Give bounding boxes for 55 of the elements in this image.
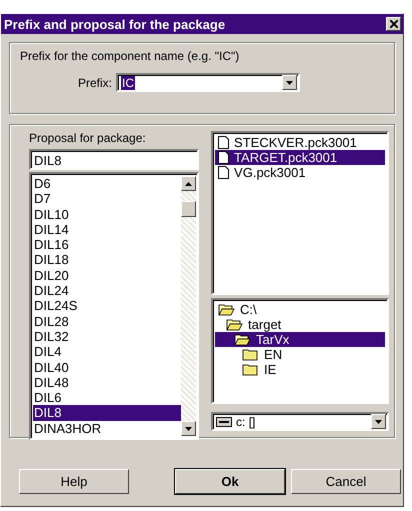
folder-item[interactable]: IE bbox=[215, 362, 385, 377]
list-item[interactable]: DIL48 bbox=[33, 374, 182, 390]
list-item[interactable]: DINA3HOR bbox=[33, 420, 182, 436]
file-icon bbox=[218, 151, 230, 164]
open-folder-icon bbox=[226, 318, 244, 331]
package-field[interactable]: DIL8 bbox=[29, 149, 200, 170]
dropdown-button[interactable] bbox=[371, 414, 386, 429]
prefix-field[interactable]: IC bbox=[116, 73, 300, 92]
drive-icon bbox=[216, 416, 232, 426]
up-arrow-icon bbox=[185, 182, 192, 186]
folder-item[interactable]: C:\ bbox=[215, 302, 385, 317]
file-icon bbox=[218, 136, 230, 149]
list-item[interactable]: DIL8 bbox=[33, 405, 182, 421]
list-item[interactable]: DIL6 bbox=[33, 390, 182, 406]
field-label: Prefix: bbox=[78, 76, 112, 90]
scrollbar[interactable] bbox=[181, 176, 196, 436]
drive-dropdown[interactable]: c: [] bbox=[211, 412, 389, 431]
list-item[interactable]: DIL24S bbox=[33, 298, 182, 314]
file-item[interactable]: STECKVER.pck3001 bbox=[215, 135, 385, 150]
dialog-button[interactable]: Help bbox=[19, 469, 129, 494]
list-item[interactable]: DIL40 bbox=[33, 360, 182, 375]
file-item[interactable]: VG.pck3001 bbox=[215, 165, 385, 180]
folder-item[interactable]: EN bbox=[215, 347, 385, 362]
list-item[interactable]: DIL24 bbox=[33, 283, 182, 298]
scroll-up-button[interactable] bbox=[181, 176, 196, 191]
list-item[interactable]: DIL16 bbox=[33, 237, 182, 252]
scroll-thumb[interactable] bbox=[181, 201, 196, 217]
down-arrow-icon bbox=[286, 80, 294, 84]
down-arrow-icon bbox=[375, 420, 382, 424]
dialog-button[interactable]: Cancel bbox=[291, 469, 401, 494]
window-title: Prefix and proposal for the package bbox=[4, 16, 226, 32]
file-item[interactable]: TARGET.pck3001 bbox=[215, 150, 385, 165]
list-item[interactable]: DIL28 bbox=[33, 314, 182, 329]
dropdown-button[interactable] bbox=[282, 75, 298, 90]
list-label: Proposal for package: bbox=[29, 131, 147, 145]
file-icon bbox=[218, 166, 230, 179]
folder-item[interactable]: target bbox=[215, 317, 385, 332]
down-arrow-icon bbox=[185, 426, 192, 431]
open-folder-icon bbox=[234, 333, 252, 346]
list-item[interactable]: D7 bbox=[33, 191, 182, 207]
folder-item[interactable]: TarVx bbox=[215, 332, 385, 347]
close-button[interactable] bbox=[386, 17, 401, 31]
scroll-down-button[interactable] bbox=[181, 421, 196, 436]
open-folder-icon bbox=[218, 303, 236, 316]
close-icon bbox=[390, 20, 398, 28]
list-item[interactable]: DIL20 bbox=[33, 268, 182, 284]
list-item[interactable]: DIL14 bbox=[33, 222, 182, 238]
list-item[interactable]: DIL18 bbox=[33, 252, 182, 268]
folder-icon bbox=[242, 363, 260, 376]
list-item[interactable]: D6 bbox=[33, 176, 182, 192]
group-label: Prefix for the component name (e.g. "IC") bbox=[20, 49, 240, 63]
list-item[interactable]: DIL4 bbox=[33, 344, 182, 360]
list-item[interactable]: DIL10 bbox=[33, 206, 182, 222]
dialog-button[interactable]: Ok bbox=[175, 469, 285, 494]
list-item[interactable]: DIL32 bbox=[33, 328, 182, 344]
